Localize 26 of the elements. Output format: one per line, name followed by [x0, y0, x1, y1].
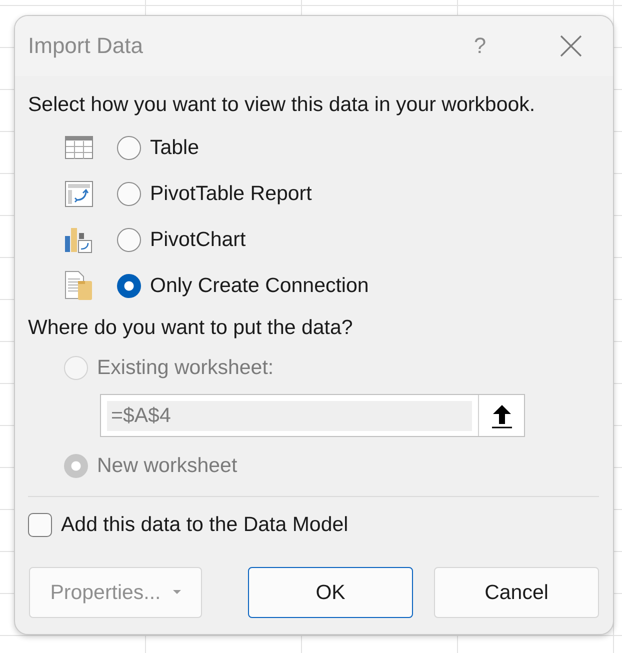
option-label: PivotTable Report — [150, 182, 312, 206]
checkbox-label: Add this data to the Data Model — [61, 513, 348, 537]
view-prompt: Select how you want to view this data in your workbook. — [28, 93, 536, 117]
radio-button[interactable] — [117, 228, 141, 252]
radio-button[interactable] — [117, 274, 141, 298]
document-folder-icon — [65, 271, 93, 301]
view-option[interactable]: PivotChart — [117, 228, 246, 252]
checkbox[interactable] — [28, 513, 52, 537]
window-title: Import Data — [28, 33, 144, 59]
option-label: PivotChart — [150, 228, 246, 252]
option-label: New worksheet — [97, 454, 238, 478]
option-label: Table — [150, 136, 200, 160]
close-icon — [560, 35, 582, 57]
radio-button[interactable] — [117, 136, 141, 160]
caret-icon — [172, 590, 181, 595]
table-icon — [65, 136, 93, 160]
pivot-table-icon — [65, 181, 93, 207]
up-arrow-icon — [490, 402, 512, 428]
radio-button[interactable] — [117, 182, 141, 206]
view-option[interactable]: Table — [117, 136, 200, 160]
option-label: Existing worksheet: — [97, 356, 274, 380]
dialog-button[interactable]: Cancel — [434, 567, 599, 618]
view-option[interactable]: PivotTable Report — [117, 182, 312, 206]
location-prompt: Where do you want to put the data? — [28, 316, 354, 340]
pivot-chart-icon — [65, 226, 95, 254]
dialog-button[interactable]: OK — [248, 567, 413, 618]
